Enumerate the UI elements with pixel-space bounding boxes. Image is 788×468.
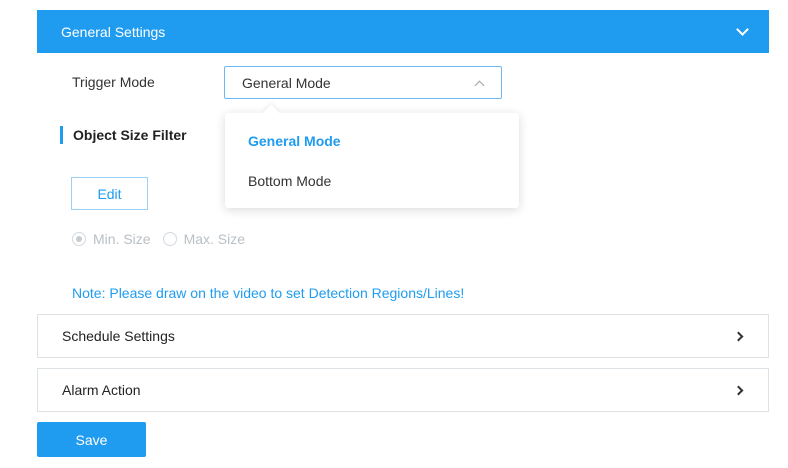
section-accent-bar bbox=[60, 126, 63, 144]
object-size-filter-title: Object Size Filter bbox=[73, 127, 187, 143]
save-button[interactable]: Save bbox=[37, 422, 146, 457]
detection-note: Note: Please draw on the video to set De… bbox=[72, 285, 465, 301]
radio-min-size-label: Min. Size bbox=[93, 231, 151, 247]
radio-max-size-circle[interactable] bbox=[162, 232, 177, 246]
dropdown-option-bottom-mode[interactable]: Bottom Mode bbox=[248, 173, 331, 189]
chevron-right-icon[interactable] bbox=[733, 385, 744, 395]
alarm-action-panel[interactable]: Alarm Action bbox=[37, 368, 769, 412]
radio-min-size-circle[interactable] bbox=[72, 232, 86, 246]
radio-max-size[interactable]: Max. Size bbox=[162, 231, 246, 247]
schedule-settings-panel[interactable]: Schedule Settings bbox=[37, 314, 769, 358]
radio-min-size[interactable]: Min. Size bbox=[72, 231, 151, 247]
schedule-settings-title: Schedule Settings bbox=[62, 328, 175, 344]
size-radio-group: Min. Size Max. Size bbox=[72, 231, 257, 247]
object-size-filter-heading: Object Size Filter bbox=[60, 126, 187, 144]
trigger-mode-value: General Mode bbox=[242, 74, 331, 91]
alarm-action-title: Alarm Action bbox=[62, 382, 141, 398]
general-settings-header[interactable]: General Settings bbox=[37, 10, 769, 53]
chevron-up-icon[interactable] bbox=[474, 80, 485, 90]
chevron-right-icon[interactable] bbox=[733, 331, 744, 341]
trigger-mode-label: Trigger Mode bbox=[72, 74, 155, 90]
general-settings-title: General Settings bbox=[61, 23, 166, 40]
radio-max-size-label: Max. Size bbox=[183, 231, 246, 247]
dropdown-option-general-mode[interactable]: General Mode bbox=[248, 133, 341, 149]
edit-button[interactable]: Edit bbox=[71, 177, 148, 210]
chevron-down-icon[interactable] bbox=[736, 23, 749, 36]
trigger-mode-dropdown: General Mode Bottom Mode bbox=[225, 113, 519, 208]
trigger-mode-select[interactable]: General Mode bbox=[224, 66, 502, 99]
settings-page: General Settings Trigger Mode General Mo… bbox=[0, 0, 788, 468]
